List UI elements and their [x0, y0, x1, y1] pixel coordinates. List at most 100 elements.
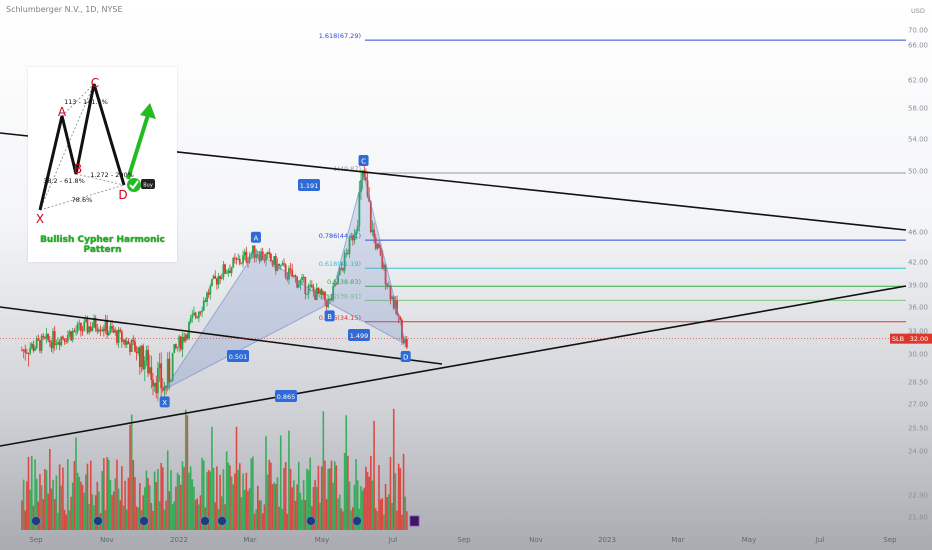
candle-body — [135, 351, 138, 354]
candle-body — [278, 263, 280, 266]
candle-body — [58, 342, 61, 346]
volume-bar — [198, 504, 200, 530]
volume-bar — [320, 466, 323, 530]
candle-body — [137, 347, 140, 354]
volume-bar — [363, 487, 366, 530]
volume-bar — [257, 485, 259, 530]
volume-bar — [158, 501, 161, 530]
volume-bar — [330, 460, 333, 530]
candle-body — [50, 342, 53, 349]
volume-bar — [337, 498, 339, 530]
candle-body — [34, 348, 36, 351]
volume-bar — [155, 482, 158, 530]
price-tick: 46.00 — [908, 229, 928, 237]
volume-bar — [368, 476, 370, 530]
earnings-marker-icon — [200, 516, 210, 526]
candle-body — [206, 292, 208, 302]
candle-body — [143, 360, 146, 370]
candle-body — [232, 257, 235, 268]
volume-bar — [188, 472, 190, 530]
volume-bar — [26, 481, 28, 530]
candle-body — [53, 331, 56, 346]
volume-bar — [317, 465, 320, 530]
candle-body — [114, 330, 117, 333]
volume-bar — [225, 451, 228, 530]
volume-bar — [137, 507, 140, 530]
candle-body — [117, 329, 120, 343]
volume-bar — [119, 500, 122, 530]
volume-bar — [376, 511, 379, 530]
volume-bar — [388, 494, 390, 530]
time-tick: May — [315, 536, 329, 544]
candle-body — [225, 272, 228, 274]
volume-bar — [40, 485, 43, 530]
candle-body — [222, 264, 225, 278]
candle-body — [161, 388, 164, 391]
volume-bar — [22, 479, 25, 530]
candle-body — [83, 321, 86, 331]
volume-bar — [396, 510, 398, 530]
volume-bar — [135, 506, 138, 530]
candle-body — [238, 258, 241, 264]
candle-body — [233, 257, 236, 259]
volume-bar — [150, 502, 153, 530]
volume-bar — [389, 456, 392, 530]
candle-body — [35, 338, 38, 349]
earnings-marker-icon — [31, 516, 41, 526]
candle-body — [268, 252, 271, 254]
earnings-marker-icon — [306, 516, 316, 526]
volume-bar — [103, 458, 105, 530]
volume-bar — [345, 415, 348, 530]
pattern-diagram: Buy X A B C D 113 - 141.4% 38.2 - 61.8% … — [36, 76, 156, 226]
volume-bar — [325, 499, 328, 530]
volume-bar — [163, 509, 166, 530]
candle-body — [153, 382, 156, 387]
price-tick: 36.00 — [908, 304, 928, 312]
volume-bar — [296, 484, 298, 530]
volume-bar — [248, 488, 251, 530]
volume-bar — [240, 497, 243, 530]
candle-body — [60, 336, 63, 346]
candle-body — [160, 363, 163, 389]
volume-bar — [332, 482, 334, 530]
price-tick: 30.00 — [908, 351, 928, 359]
candle-body — [22, 349, 25, 351]
candle-body — [202, 300, 205, 311]
volume-bar — [281, 508, 284, 530]
candle-body — [45, 333, 48, 339]
volume-bar — [129, 424, 131, 530]
point-b: B — [74, 162, 82, 176]
volume-bar — [58, 464, 61, 530]
candle-body — [78, 322, 81, 325]
time-tick: Nov — [529, 536, 543, 544]
price-tick: 50.00 — [908, 168, 928, 176]
volume-bar — [286, 513, 289, 530]
candle-body — [219, 276, 222, 279]
candle-body — [24, 349, 27, 353]
volume-bar — [335, 465, 338, 530]
candle-body — [156, 367, 159, 394]
fib-level-label: 1.618(67.29) — [319, 32, 361, 40]
candle-body — [240, 263, 243, 265]
candle-body — [217, 276, 220, 285]
volume-bar — [124, 480, 126, 530]
volume-bar — [176, 472, 179, 530]
volume-bar — [394, 473, 397, 530]
candle-body — [106, 319, 109, 336]
price-tick: 25.50 — [908, 425, 928, 433]
volume-bar — [370, 455, 372, 530]
volume-bar — [250, 458, 253, 530]
volume-bar — [212, 467, 215, 530]
price-tick: 22.90 — [908, 492, 928, 500]
candle-body — [309, 284, 312, 286]
volume-bar — [302, 480, 305, 530]
candle-body — [175, 344, 177, 348]
volume-bar — [193, 486, 195, 530]
volume-bar — [294, 500, 297, 530]
candle-body — [266, 252, 269, 255]
candle-body — [84, 319, 87, 322]
candle-body — [98, 330, 100, 332]
volume-bar — [73, 461, 76, 530]
candle-body — [88, 326, 91, 333]
candle-body — [120, 331, 123, 342]
